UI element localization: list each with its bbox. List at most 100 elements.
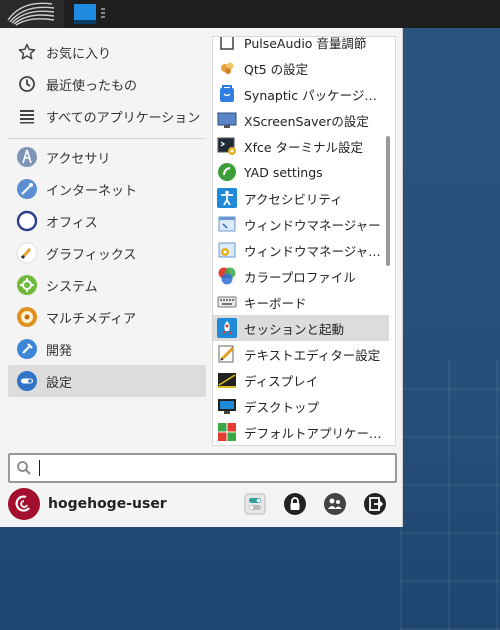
search-input[interactable] [40, 459, 395, 477]
list-item[interactable]: セッションと起動 [213, 315, 389, 341]
star-icon [16, 41, 38, 63]
app-label: セッションと起動 [244, 321, 345, 337]
office-icon [16, 210, 38, 232]
sidebar-item-label: マルチメディア [46, 311, 137, 327]
list-item[interactable]: Xfce ターミナル設定 [213, 133, 389, 159]
list-item[interactable]: ウィンドウマネージャ… [213, 237, 389, 263]
applications-menu-button[interactable] [0, 0, 64, 28]
app-label: カラープロファイル [244, 269, 356, 285]
keyboard-icon [216, 291, 238, 313]
taskbar [0, 0, 500, 28]
sidebar-item-label: システム [46, 279, 98, 295]
system-icon [16, 274, 38, 296]
app-label: ディスプレイ [244, 373, 319, 389]
app-label: デフォルトアプリケー… [244, 425, 382, 441]
app-label: PulseAudio 音量調節 [244, 36, 367, 51]
list-item[interactable]: YAD settings [213, 159, 389, 185]
app-list-scrollbar[interactable] [386, 136, 390, 266]
session-startup-icon [216, 317, 238, 339]
list-item[interactable]: カラープロファイル [213, 263, 389, 289]
text-editor-settings-icon [216, 343, 238, 365]
xfce-swirl-icon [7, 2, 55, 26]
list-item[interactable]: アクセシビリティ [213, 185, 389, 211]
search-icon [16, 460, 34, 476]
list-item[interactable]: Qt5 の設定 [213, 55, 389, 81]
sidebar-item-all-apps[interactable]: すべてのアプリケーション [8, 100, 206, 132]
panel-handle[interactable] [101, 8, 105, 20]
app-label: Qt5 の設定 [244, 61, 309, 77]
sidebar-item-label: グラフィックス [46, 247, 137, 263]
app-label: キーボード [244, 295, 307, 311]
desktop-pattern [400, 360, 500, 630]
sidebar-item-development[interactable]: 開発 [8, 333, 206, 365]
window-manager-icon [216, 213, 238, 235]
list-item[interactable]: ディスプレイ [213, 367, 389, 393]
accessibility-icon [216, 187, 238, 209]
desktop-icon [216, 395, 238, 417]
app-label: XScreenSaverの設定 [244, 113, 369, 129]
multimedia-icon [16, 306, 38, 328]
switch-user-icon [324, 493, 346, 515]
clock-icon [16, 73, 38, 95]
sidebar-item-graphics[interactable]: グラフィックス [8, 237, 206, 269]
sidebar-item-recent[interactable]: 最近使ったもの [8, 68, 206, 100]
accessories-icon [16, 146, 38, 168]
list-item[interactable]: デフォルトアプリケー… [213, 419, 389, 445]
display-icon [216, 369, 238, 391]
sidebar-item-label: 最近使ったもの [46, 78, 138, 94]
sidebar-item-favorites[interactable]: お気に入り [8, 36, 206, 68]
qt-icon [216, 57, 238, 79]
list-item[interactable]: キーボード [213, 289, 389, 315]
sidebar-item-label: 設定 [46, 375, 73, 391]
logout-icon [364, 493, 386, 515]
app-label: アクセシビリティ [244, 191, 343, 207]
settings-manager-button[interactable] [242, 491, 268, 517]
app-label: ウィンドウマネージャ… [244, 243, 381, 259]
list-item[interactable]: Synaptic パッケージ… [213, 81, 389, 107]
app-label: YAD settings [244, 164, 323, 180]
list-icon [16, 105, 38, 127]
sidebar-item-multimedia[interactable]: マルチメディア [8, 301, 206, 333]
sidebar-divider [8, 138, 206, 139]
window-icon[interactable] [74, 4, 96, 24]
sidebar-item-office[interactable]: オフィス [8, 205, 206, 237]
sidebar-item-system[interactable]: システム [8, 269, 206, 301]
color-profile-icon [216, 265, 238, 287]
yad-icon [216, 161, 238, 183]
list-item[interactable]: XScreenSaverの設定 [213, 107, 389, 133]
xscreensaver-icon [216, 109, 238, 131]
list-item[interactable]: テキストエディター設定 [213, 341, 389, 367]
user-info: hogehoge-user [8, 488, 167, 520]
app-label: テキストエディター設定 [244, 347, 381, 363]
sidebar-item-label: 開発 [46, 343, 73, 359]
sidebar-item-label: アクセサリ [46, 151, 111, 167]
sidebar-item-settings[interactable]: 設定 [8, 365, 206, 397]
app-label: デスクトップ [244, 399, 320, 415]
app-list[interactable]: PulseAudio 音量調節 Qt5 の設定 Synaptic パッケージ… … [212, 36, 396, 446]
logout-button[interactable] [362, 491, 388, 517]
sidebar-item-label: オフィス [46, 215, 98, 231]
graphics-icon [16, 242, 38, 264]
list-item[interactable]: デスクトップ [213, 393, 389, 419]
sidebar-item-accessories[interactable]: アクセサリ [8, 141, 206, 173]
search-field[interactable] [8, 453, 397, 483]
sidebar-item-label: インターネット [46, 183, 138, 199]
app-label: Synaptic パッケージ… [244, 87, 377, 103]
default-apps-icon [216, 421, 238, 443]
list-item[interactable]: ウィンドウマネージャー [213, 211, 389, 237]
lock-screen-button[interactable] [282, 491, 308, 517]
sidebar-item-label: お気に入り [46, 46, 112, 62]
switch-user-button[interactable] [322, 491, 348, 517]
whisker-menu: お気に入り 最近使ったもの すべてのアプリケーション アクセサリ インターネット… [0, 28, 403, 527]
debian-icon [8, 488, 40, 520]
user-name: hogehoge-user [48, 496, 167, 512]
window-manager-tweaks-icon [216, 239, 238, 261]
internet-icon [16, 178, 38, 200]
sidebar-item-internet[interactable]: インターネット [8, 173, 206, 205]
list-item[interactable]: PulseAudio 音量調節 [213, 36, 389, 55]
app-label: ウィンドウマネージャー [244, 217, 381, 233]
lock-screen-icon [284, 493, 306, 515]
pulseaudio-icon [216, 37, 238, 53]
app-label: Xfce ターミナル設定 [244, 139, 364, 155]
settings-manager-icon [244, 493, 266, 515]
